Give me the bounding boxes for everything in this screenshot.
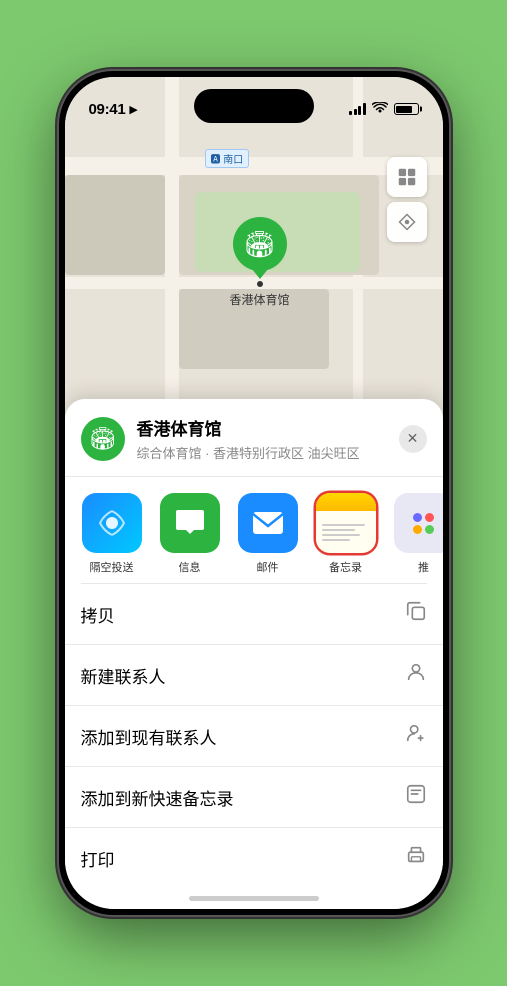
map-pin-dot bbox=[257, 281, 263, 287]
airdrop-icon bbox=[82, 493, 142, 553]
signal-icon bbox=[349, 103, 366, 115]
new-contact-icon bbox=[405, 661, 427, 689]
map-pin-label: 香港体育馆 bbox=[230, 291, 290, 308]
print-icon bbox=[405, 844, 427, 872]
mail-icon bbox=[238, 493, 298, 553]
wifi-icon bbox=[372, 102, 388, 117]
bottom-sheet: 🏟 香港体育馆 综合体育馆 · 香港特别行政区 油尖旺区 ✕ bbox=[65, 399, 443, 909]
more-icon bbox=[394, 493, 443, 553]
action-print[interactable]: 打印 bbox=[65, 828, 443, 888]
share-app-airdrop[interactable]: 隔空投送 bbox=[77, 493, 147, 575]
action-add-notes[interactable]: 添加到新快速备忘录 bbox=[65, 767, 443, 828]
share-app-more[interactable]: 推 bbox=[389, 493, 443, 575]
share-app-mail[interactable]: 邮件 bbox=[233, 493, 303, 575]
share-app-messages[interactable]: 信息 bbox=[155, 493, 225, 575]
notes-label: 备忘录 bbox=[329, 559, 362, 575]
location-header: 🏟 香港体育馆 综合体育馆 · 香港特别行政区 油尖旺区 ✕ bbox=[65, 415, 443, 477]
add-contact-icon bbox=[405, 722, 427, 750]
copy-label: 拷贝 bbox=[81, 602, 115, 627]
mail-label: 邮件 bbox=[257, 559, 279, 575]
phone-frame: 09:41 ▶ bbox=[59, 71, 449, 915]
status-time: 09:41 bbox=[89, 101, 126, 118]
messages-label: 信息 bbox=[179, 559, 201, 575]
location-name: 香港体育馆 bbox=[137, 415, 399, 440]
stadium-icon: 🏟 bbox=[243, 229, 276, 260]
dynamic-island bbox=[194, 89, 314, 123]
status-icons bbox=[349, 102, 419, 117]
map-pin-circle: 🏟 bbox=[233, 217, 287, 271]
location-icon: 🏟 bbox=[81, 417, 125, 461]
location-arrow-icon: ▶ bbox=[129, 103, 137, 116]
action-add-existing[interactable]: 添加到现有联系人 bbox=[65, 706, 443, 767]
add-existing-label: 添加到现有联系人 bbox=[81, 724, 217, 749]
location-info: 香港体育馆 综合体育馆 · 香港特别行政区 油尖旺区 bbox=[137, 415, 399, 462]
phone-screen: 09:41 ▶ bbox=[65, 77, 443, 909]
battery-icon bbox=[394, 103, 419, 115]
messages-icon bbox=[160, 493, 220, 553]
action-copy[interactable]: 拷贝 bbox=[65, 584, 443, 645]
stadium-small-icon: 🏟 bbox=[89, 426, 117, 452]
copy-icon bbox=[405, 600, 427, 628]
location-button[interactable] bbox=[387, 202, 427, 242]
action-new-contact[interactable]: 新建联系人 bbox=[65, 645, 443, 706]
notes-icon bbox=[316, 493, 376, 553]
share-app-notes[interactable]: 备忘录 bbox=[311, 493, 381, 575]
more-label: 推 bbox=[418, 559, 429, 575]
add-notes-label: 添加到新快速备忘录 bbox=[81, 785, 234, 810]
airdrop-label: 隔空投送 bbox=[90, 559, 134, 575]
location-subtitle: 综合体育馆 · 香港特别行政区 油尖旺区 bbox=[137, 443, 399, 462]
map-label: 🅰 南口 bbox=[205, 149, 250, 168]
home-indicator bbox=[189, 896, 319, 901]
map-controls bbox=[387, 157, 427, 242]
quick-note-icon bbox=[405, 783, 427, 811]
print-label: 打印 bbox=[81, 846, 115, 871]
new-contact-label: 新建联系人 bbox=[81, 663, 166, 688]
map-pin: 🏟 香港体育馆 bbox=[230, 217, 290, 308]
close-button[interactable]: ✕ bbox=[399, 425, 427, 453]
share-apps-row: 隔空投送 信息 bbox=[65, 477, 443, 583]
map-layers-button[interactable] bbox=[387, 157, 427, 197]
